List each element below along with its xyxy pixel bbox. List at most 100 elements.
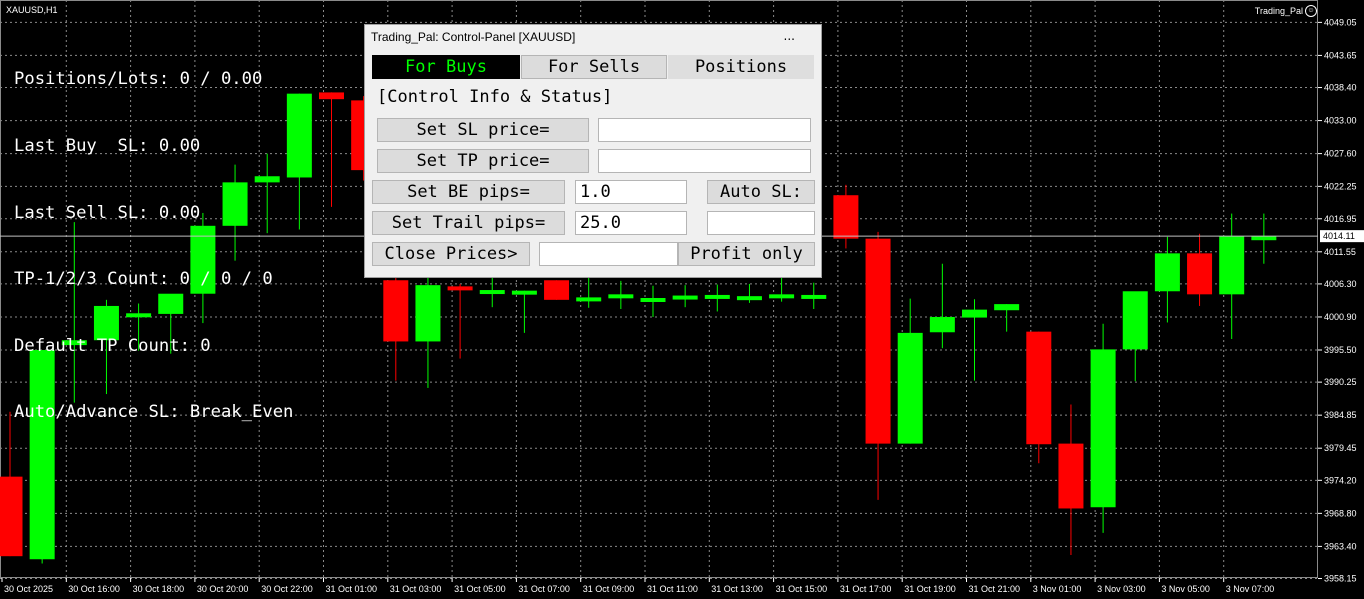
candle	[576, 275, 602, 308]
price-tick-label: 3990.25	[1324, 377, 1357, 387]
price-tick-label: 4049.05	[1324, 17, 1357, 27]
price-tick-label: 3974.20	[1324, 475, 1357, 485]
close-prices-button[interactable]: Close Prices>	[372, 242, 530, 266]
time-tick-label: 31 Oct 07:00	[518, 584, 570, 594]
time-tick-label: 31 Oct 17:00	[840, 584, 892, 594]
price-tick-label: 3963.40	[1324, 541, 1357, 551]
candle-body	[865, 238, 891, 444]
trail-pips-input[interactable]: 25.0	[575, 211, 687, 235]
candle-body	[608, 294, 634, 299]
time-tick-label: 3 Nov 01:00	[1033, 584, 1082, 594]
candle	[801, 282, 827, 310]
candle-body	[415, 285, 441, 342]
candle	[1122, 291, 1148, 382]
set-sl-button[interactable]: Set SL price=	[377, 118, 589, 142]
candle-body	[801, 294, 827, 299]
sl-price-input[interactable]	[598, 118, 811, 142]
price-tick-label: 4043.65	[1324, 50, 1357, 60]
candle-body	[0, 476, 23, 557]
candle	[1090, 323, 1116, 533]
last-sell-sl-line: Last Sell SL: 0.00	[14, 202, 201, 223]
symbol-title: XAUUSD,H1	[6, 5, 58, 15]
candle	[865, 231, 891, 500]
candle-body	[319, 92, 344, 100]
time-tick-label: 31 Oct 19:00	[904, 584, 956, 594]
auto-sl-button[interactable]: Auto SL:	[707, 180, 815, 204]
candle-body	[1026, 331, 1052, 445]
time-tick-label: 3 Nov 07:00	[1226, 584, 1275, 594]
candle-body	[447, 286, 473, 291]
price-tick-label: 3968.80	[1324, 508, 1357, 518]
time-tick-label: 30 Oct 20:00	[197, 584, 249, 594]
set-be-button[interactable]: Set BE pips=	[372, 180, 565, 204]
time-tick-label: 31 Oct 09:00	[583, 584, 635, 594]
candle-body	[929, 316, 955, 333]
price-tick-label: 4006.30	[1324, 279, 1357, 289]
close-prices-input[interactable]	[539, 242, 678, 266]
time-tick-label: 31 Oct 01:00	[326, 584, 378, 594]
price-tick-label: 4022.25	[1324, 181, 1357, 191]
candle	[544, 280, 570, 300]
set-tp-button[interactable]: Set TP price=	[377, 149, 589, 173]
time-tick-label: 30 Oct 16:00	[68, 584, 120, 594]
candle-body	[1122, 291, 1148, 350]
time-tick-label: 31 Oct 15:00	[776, 584, 828, 594]
tab-for-buys[interactable]: For Buys	[372, 55, 520, 79]
time-tick-label: 31 Oct 05:00	[454, 584, 506, 594]
candle-body	[704, 294, 730, 299]
candle	[929, 263, 955, 349]
candle-body	[544, 280, 570, 300]
time-tick-label: 3 Nov 03:00	[1097, 584, 1146, 594]
candle	[1251, 213, 1277, 264]
price-tick-label: 4016.95	[1324, 214, 1357, 224]
candle-body	[897, 332, 923, 444]
candle	[415, 263, 441, 388]
candle-body	[769, 294, 795, 299]
candle-body	[672, 295, 698, 300]
auto-sl-input[interactable]	[707, 211, 815, 235]
candle	[736, 283, 762, 303]
candle-body	[736, 296, 762, 301]
candle	[608, 280, 634, 310]
be-pips-input[interactable]: 1.0	[575, 180, 687, 204]
candle	[704, 284, 730, 312]
control-panel[interactable]: Trading_Pal: Control-Panel [XAUUSD] ... …	[364, 24, 822, 278]
price-tick-label: 3958.15	[1324, 574, 1357, 584]
candle	[672, 285, 698, 308]
candle	[383, 263, 409, 381]
current-price-label: 4014.11	[1323, 231, 1355, 241]
candle-body	[1090, 349, 1116, 508]
candle	[511, 290, 537, 333]
time-tick-label: 31 Oct 21:00	[969, 584, 1021, 594]
set-trail-button[interactable]: Set Trail pips=	[372, 211, 565, 235]
candle	[897, 298, 923, 444]
info-overlay: Positions/Lots: 0 / 0.00 Last Buy SL: 0.…	[14, 24, 293, 446]
ea-badge[interactable]: Trading_Pal ☺	[1255, 5, 1317, 17]
candle	[962, 299, 987, 381]
tab-for-sells[interactable]: For Sells	[521, 55, 667, 79]
candle	[1219, 213, 1245, 339]
candle-body	[511, 290, 537, 295]
minimize-icon[interactable]: ...	[784, 29, 795, 43]
time-tick-label: 31 Oct 03:00	[390, 584, 442, 594]
tp-count-line: TP-1/2/3 Count: 0 / 0 / 0	[14, 269, 273, 290]
price-tick-label: 3995.50	[1324, 345, 1357, 355]
candle	[994, 304, 1020, 332]
price-tick-label: 4011.55	[1324, 247, 1356, 257]
price-tick-label: 4033.00	[1324, 116, 1357, 126]
ea-name: Trading_Pal	[1254, 6, 1303, 16]
price-tick-label: 4000.90	[1324, 312, 1357, 322]
candle	[1154, 236, 1180, 323]
tab-positions[interactable]: Positions	[668, 55, 814, 79]
candle	[319, 92, 344, 207]
time-tick-label: 31 Oct 13:00	[711, 584, 763, 594]
price-tick-label: 3979.45	[1324, 443, 1357, 453]
profit-only-button[interactable]: Profit only	[678, 242, 815, 266]
candle-body	[833, 195, 859, 239]
candle-body	[1058, 443, 1084, 509]
default-tp-line: Default TP Count: 0	[14, 335, 211, 356]
tp-price-input[interactable]	[598, 149, 811, 173]
time-tick-label: 30 Oct 2025	[4, 584, 53, 594]
time-axis: 30 Oct 2025 30 Oct 16:00 30 Oct 18:00 30 Oc…	[1, 578, 1275, 594]
panel-title[interactable]: Trading_Pal: Control-Panel [XAUUSD]	[371, 30, 575, 44]
